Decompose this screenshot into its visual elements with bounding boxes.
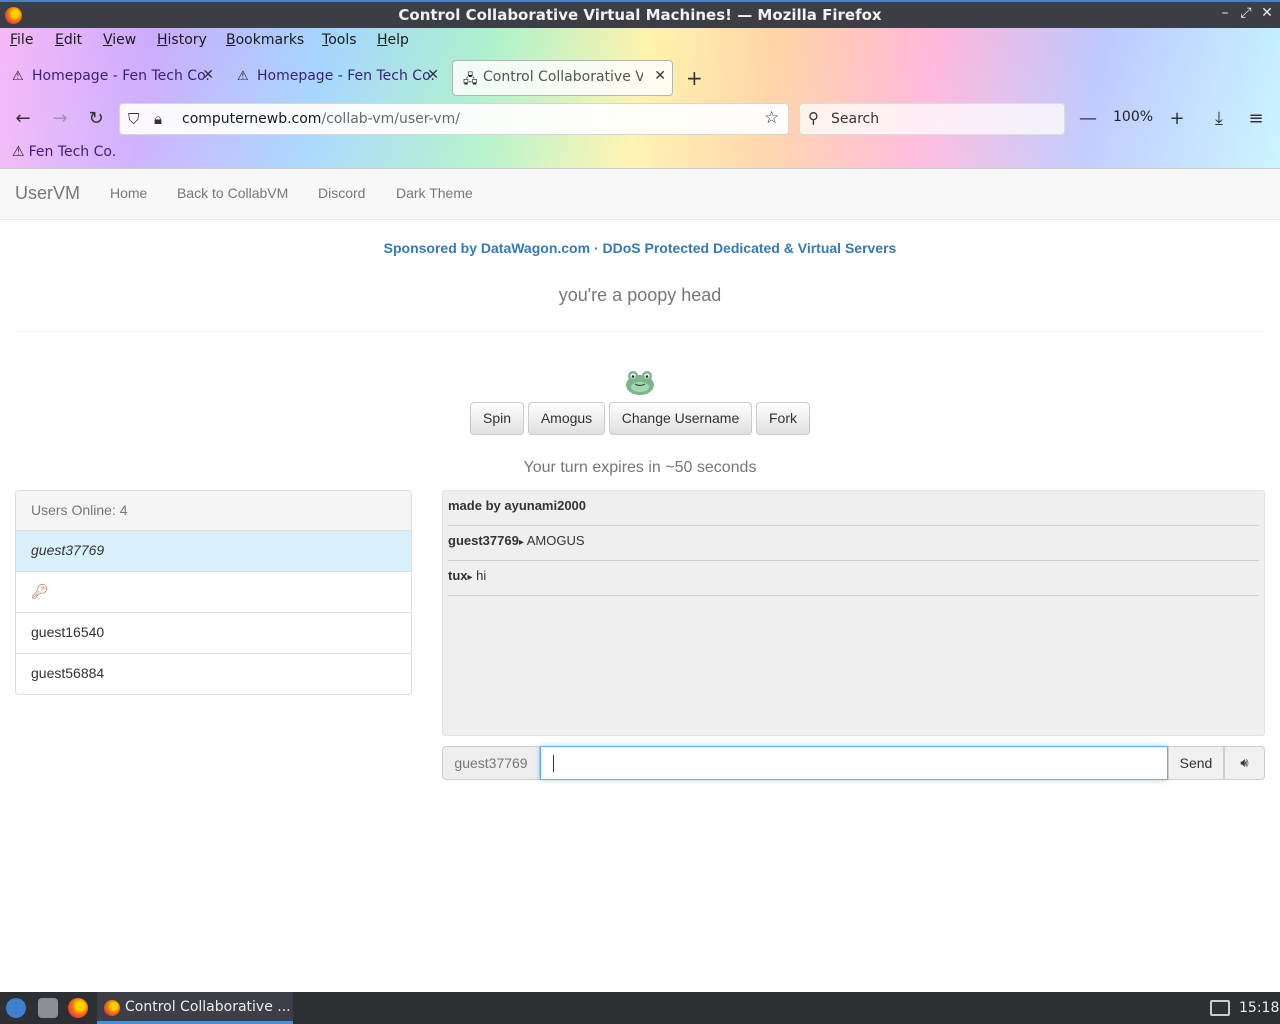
clock[interactable]: 15:18 [1239, 1000, 1279, 1016]
chat-input[interactable] [540, 746, 1168, 780]
nav-back-to-collabvm[interactable]: Back to CollabVM [177, 185, 288, 201]
start-menu-icon[interactable] [6, 998, 26, 1018]
taskbar: Control Collaborative ... 15:18 [0, 992, 1280, 1024]
chat-message: made by ayunami2000 [448, 491, 1259, 526]
navigation-toolbar: ← → ↻ ⛉ 🔒︎ computernewb.com/collab-vm/us… [0, 100, 1280, 140]
chat-message: tux▸ hi [448, 561, 1259, 596]
bookmark-star-icon[interactable]: ☆ [764, 108, 779, 128]
site-navbar: UserVM Home Back to CollabVM Discord Dar… [0, 169, 1280, 220]
menu-bookmarks[interactable]: Bookmarks [226, 32, 304, 48]
window-title: Control Collaborative Virtual Machines! … [398, 6, 882, 24]
zoom-out-icon[interactable]: — [1076, 108, 1100, 129]
back-icon[interactable]: ← [11, 108, 35, 129]
chat-arrow-icon: ▸ [518, 537, 524, 548]
browser-chrome: File Edit View History Bookmarks Tools H… [0, 28, 1280, 169]
chat-input-group: guest37769 Send 🔊︎ [442, 746, 1265, 780]
new-tab-icon[interactable]: + [686, 66, 703, 90]
taskbar-task-label: Control Collaborative ... [125, 999, 291, 1015]
network-icon[interactable] [1210, 1000, 1230, 1016]
fork-button[interactable]: Fork [756, 402, 810, 435]
nav-home[interactable]: Home [110, 185, 147, 201]
chat-text: AMOGUS [526, 533, 585, 548]
menu-file[interactable]: File [10, 32, 33, 48]
chat-text: hi [476, 568, 487, 583]
send-button[interactable]: Send [1168, 746, 1224, 780]
chat-username: tux [448, 568, 468, 583]
key-icon: 🔑︎ [31, 583, 49, 599]
menu-bar: File Edit View History Bookmarks Tools H… [0, 28, 1280, 54]
tab-close-icon[interactable]: ✕ [654, 68, 666, 84]
chat-username: made by ayunami2000 [448, 498, 587, 513]
menu-history[interactable]: History [157, 32, 207, 48]
motd-text: you're a poopy head [558, 285, 722, 305]
bookmarks-toolbar: ⚠ Fen Tech Co. [0, 140, 1280, 166]
minimize-icon[interactable]: – [1216, 5, 1234, 21]
tab-homepage-2[interactable]: ⚠ Homepage - Fen Tech Co. ✕ [227, 60, 445, 96]
spin-button[interactable]: Spin [470, 402, 524, 435]
user-list-item[interactable]: 🔑︎ [16, 572, 411, 613]
turn-timer-text: Your turn expires in ~50 seconds [523, 459, 757, 476]
nav-discord[interactable]: Discord [318, 185, 365, 201]
window-title-bar: Control Collaborative Virtual Machines! … [0, 0, 1280, 28]
tab-collabvm[interactable]: 🖧 Control Collaborative Virt ✕ [452, 60, 673, 96]
firefox-icon [104, 1000, 120, 1016]
warning-icon: ⚠ [12, 69, 24, 84]
firefox-launcher-icon[interactable] [68, 998, 88, 1018]
url-bar[interactable]: ⛉ 🔒︎ computernewb.com/collab-vm/user-vm/… [119, 103, 789, 135]
menu-help[interactable]: Help [377, 32, 409, 48]
users-online-panel: Users Online: 4 guest37769 🔑︎ guest16540… [15, 490, 412, 695]
text-caret [553, 755, 554, 772]
taskbar-firefox-task[interactable]: Control Collaborative ... [97, 992, 293, 1024]
chat-arrow-icon: ▸ [467, 572, 473, 583]
zoom-level[interactable]: 100% [1113, 109, 1153, 125]
menu-tools[interactable]: Tools [322, 32, 357, 48]
url-domain: computernewb.com [182, 111, 322, 127]
lock-icon[interactable]: 🔒︎ [154, 110, 162, 128]
forward-icon[interactable]: → [48, 108, 72, 129]
chat-username: guest37769 [448, 533, 519, 548]
url-path: /collab-vm/user-vm/ [321, 111, 460, 127]
sponsor-link[interactable]: Sponsored by DataWagon.com · DDoS Protec… [0, 240, 1280, 256]
shield-icon[interactable]: ⛉ [128, 110, 139, 128]
divider [15, 331, 1265, 332]
warning-icon: ⚠ [237, 69, 249, 84]
volume-icon[interactable]: 🔊︎ [1224, 746, 1265, 780]
change-username-button[interactable]: Change Username [609, 402, 752, 435]
hamburger-menu-icon[interactable]: ≡ [1244, 108, 1268, 129]
users-online-header: Users Online: 4 [16, 491, 411, 531]
tab-label: Homepage - Fen Tech Co. [257, 68, 435, 84]
bookmark-label: Fen Tech Co. [28, 144, 117, 160]
url-text[interactable]: computernewb.com/collab-vm/user-vm/ [182, 111, 460, 127]
user-list-item[interactable]: guest37769 [16, 531, 411, 572]
close-window-icon[interactable]: ✕ [1258, 5, 1276, 21]
user-list-item[interactable]: guest56884 [16, 654, 411, 694]
user-list-item[interactable]: guest16540 [16, 613, 411, 654]
tab-close-icon[interactable]: ✕ [202, 67, 214, 83]
menu-view[interactable]: View [103, 32, 136, 48]
file-manager-icon[interactable] [38, 998, 58, 1018]
maximize-icon[interactable]: ⤢ [1237, 5, 1255, 21]
tab-label: Homepage - Fen Tech Co. [32, 68, 210, 84]
menu-edit[interactable]: Edit [55, 32, 82, 48]
tab-close-icon[interactable]: ✕ [427, 67, 439, 83]
bookmark-fen-tech[interactable]: ⚠ Fen Tech Co. [12, 144, 116, 160]
amogus-button[interactable]: Amogus [528, 402, 605, 435]
tab-label: Control Collaborative Virt [483, 69, 643, 85]
search-bar[interactable]: ⚲ Search [799, 103, 1065, 135]
nav-dark-theme[interactable]: Dark Theme [396, 185, 473, 201]
chat-message: guest37769▸ AMOGUS [448, 526, 1259, 561]
search-placeholder: Search [831, 111, 880, 127]
collabvm-favicon-icon: 🖧 [463, 72, 478, 87]
reload-icon[interactable]: ↻ [84, 108, 108, 129]
downloads-icon[interactable]: ⤓ [1207, 108, 1231, 129]
site-brand[interactable]: UserVM [15, 183, 80, 204]
chat-username-label: guest37769 [442, 746, 540, 780]
tab-homepage-1[interactable]: ⚠ Homepage - Fen Tech Co. ✕ [2, 60, 220, 96]
warning-icon: ⚠ [12, 144, 25, 160]
chat-log: made by ayunami2000 guest37769▸ AMOGUS t… [442, 490, 1265, 736]
search-icon: ⚲ [808, 109, 819, 127]
frog-mascot-icon [626, 371, 654, 395]
zoom-in-icon[interactable]: + [1165, 108, 1189, 129]
